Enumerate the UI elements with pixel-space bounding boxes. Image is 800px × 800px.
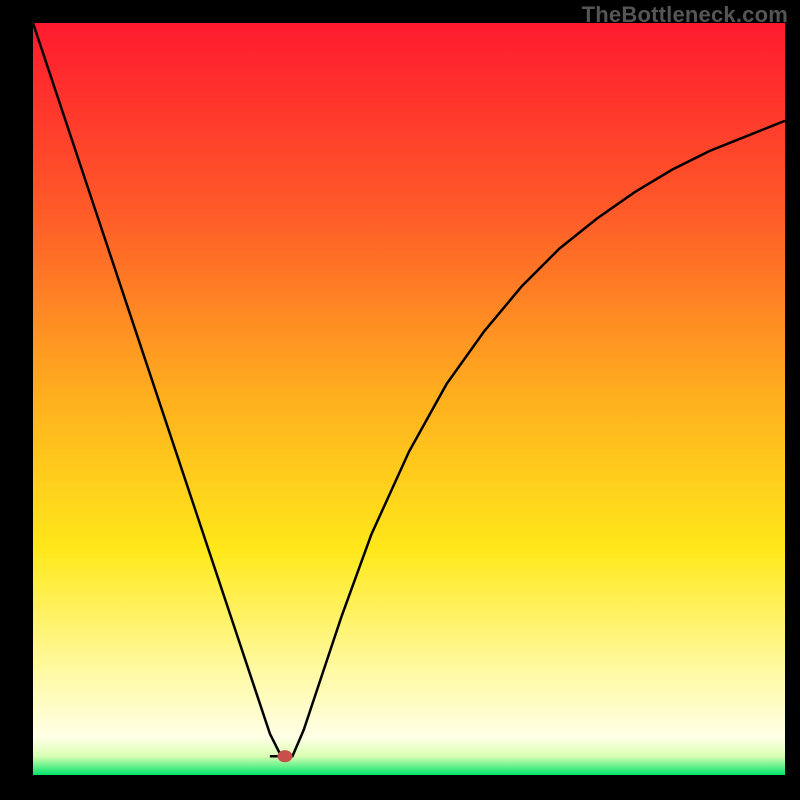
chart-background [33,23,785,775]
chart-marker [277,750,292,762]
watermark-text: TheBottleneck.com [582,2,788,28]
result-marker [277,750,292,762]
chart-container [33,23,785,775]
chart-svg [33,23,785,775]
